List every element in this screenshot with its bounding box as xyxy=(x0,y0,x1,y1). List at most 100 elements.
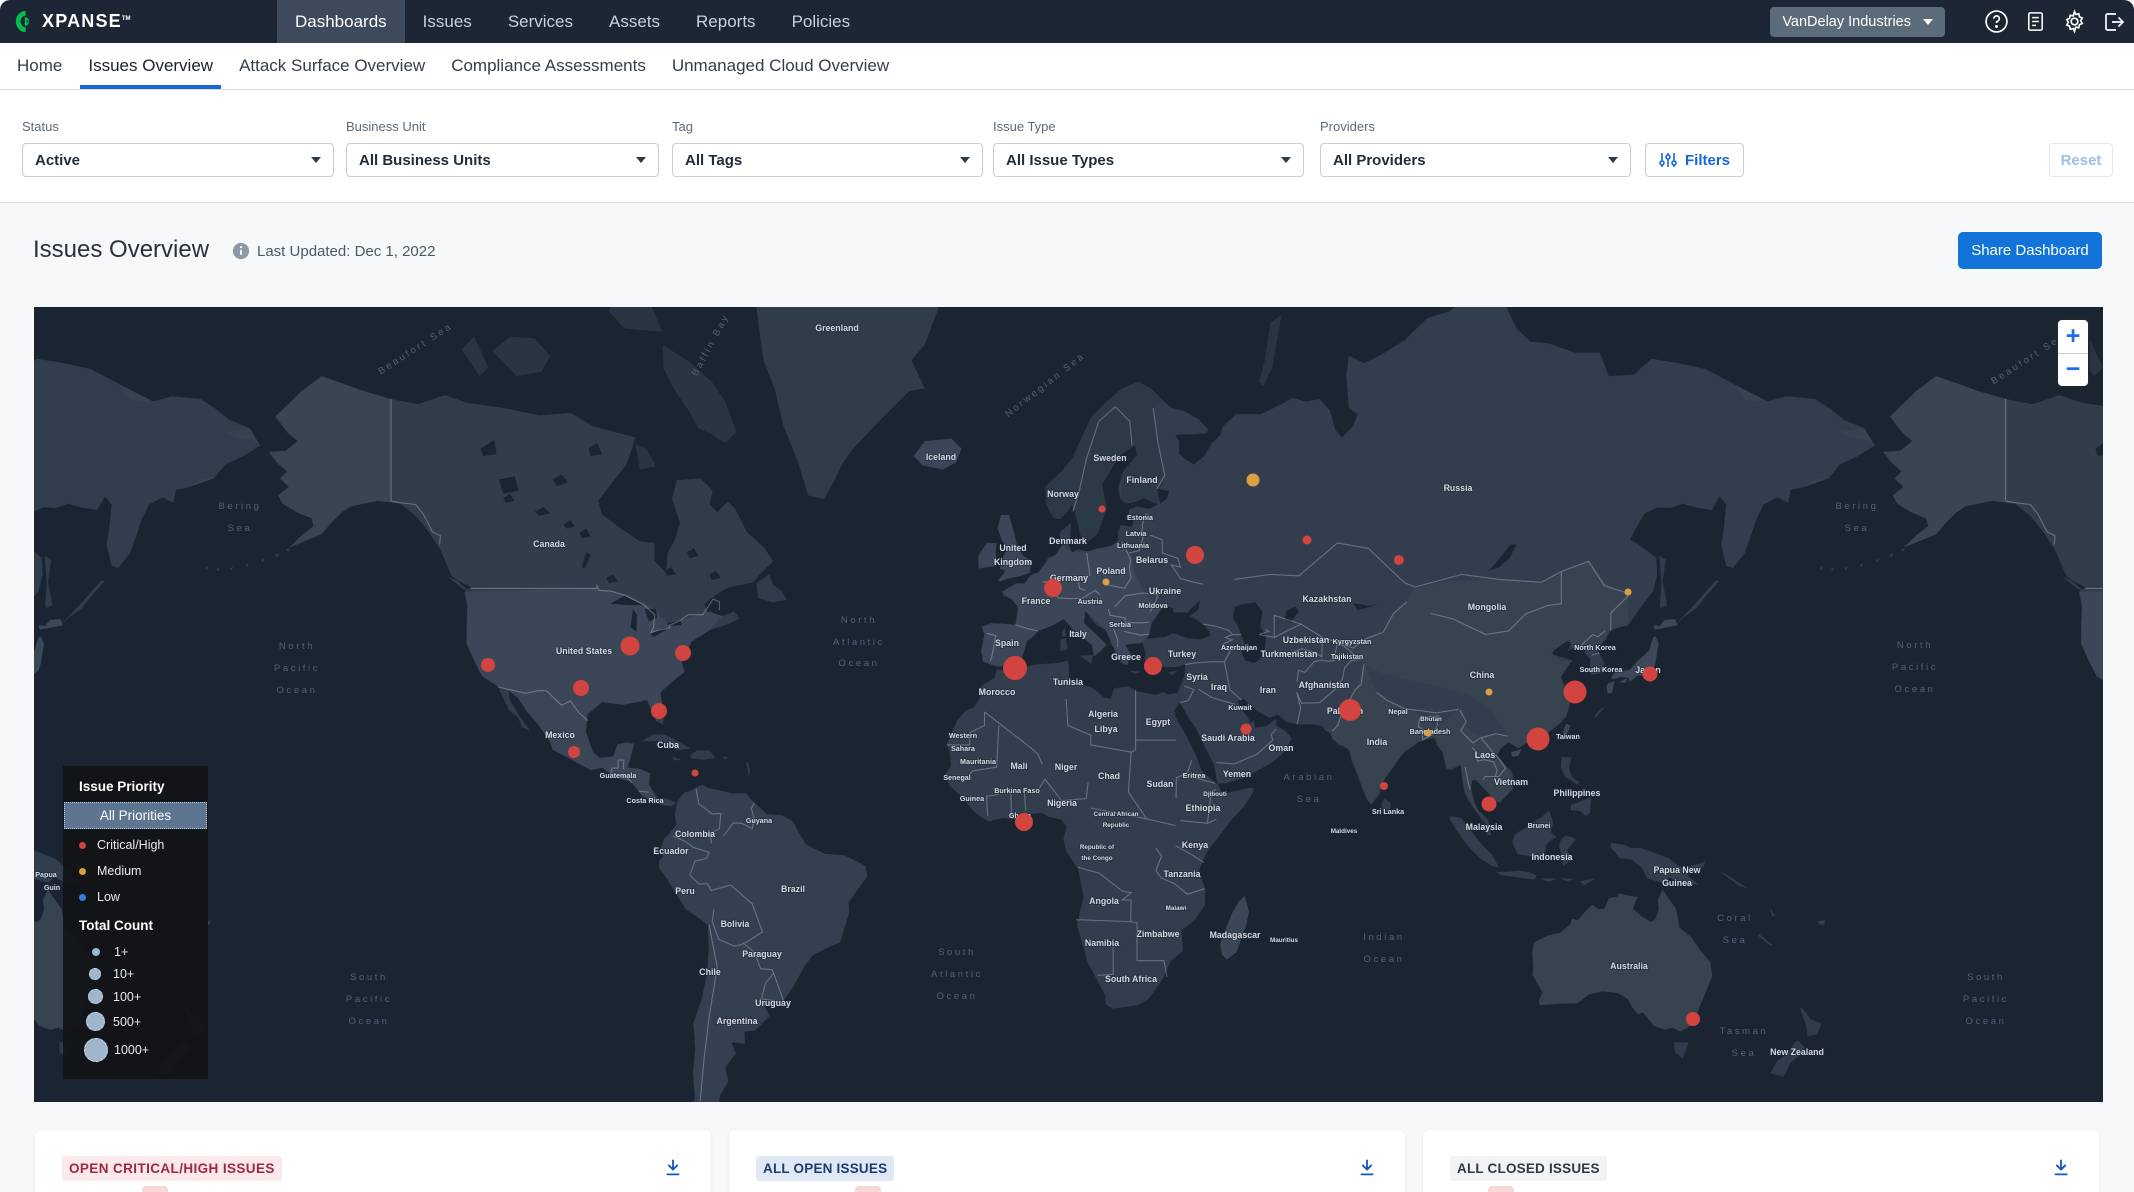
svg-text:Syria: Syria xyxy=(1186,672,1208,682)
svg-text:Laos: Laos xyxy=(1475,750,1496,760)
svg-text:South: South xyxy=(350,972,388,983)
svg-text:Greenland: Greenland xyxy=(815,323,859,333)
svg-text:Guinea: Guinea xyxy=(1662,878,1692,888)
svg-text:Taiwan: Taiwan xyxy=(1556,732,1580,741)
svg-text:Arabian: Arabian xyxy=(1284,772,1335,783)
svg-text:Zimbabwe: Zimbabwe xyxy=(1136,929,1179,939)
svg-text:Maldives: Maldives xyxy=(1331,828,1358,835)
svg-text:Morocco: Morocco xyxy=(979,687,1016,697)
svg-text:Canada: Canada xyxy=(533,539,565,549)
svg-text:Kingdom: Kingdom xyxy=(994,557,1032,567)
svg-text:Chad: Chad xyxy=(1098,771,1120,781)
svg-text:Azerbaijan: Azerbaijan xyxy=(1221,643,1257,652)
svg-text:Russia: Russia xyxy=(1444,483,1473,493)
svg-text:Ethiopia: Ethiopia xyxy=(1186,803,1221,813)
svg-text:India: India xyxy=(1367,737,1388,747)
svg-text:Austria: Austria xyxy=(1078,597,1104,606)
svg-text:Tajikistan: Tajikistan xyxy=(1331,652,1364,661)
svg-text:Peru: Peru xyxy=(675,886,695,896)
svg-text:Pacific: Pacific xyxy=(1963,994,2009,1005)
svg-text:Chile: Chile xyxy=(699,967,721,977)
svg-text:Kazakhstan: Kazakhstan xyxy=(1303,594,1352,604)
svg-text:France: France xyxy=(1022,596,1051,606)
svg-text:Afghanistan: Afghanistan xyxy=(1299,680,1350,690)
svg-text:South: South xyxy=(1967,972,2005,983)
svg-text:Sea: Sea xyxy=(1723,935,1748,946)
svg-text:Ocean: Ocean xyxy=(839,658,880,669)
svg-text:Spain: Spain xyxy=(995,638,1019,648)
svg-text:Madagascar: Madagascar xyxy=(1210,930,1261,940)
svg-text:Estonia: Estonia xyxy=(1127,513,1154,522)
svg-text:Senegal: Senegal xyxy=(943,773,971,782)
svg-text:Italy: Italy xyxy=(1069,629,1087,639)
svg-text:Denmark: Denmark xyxy=(1049,536,1087,546)
svg-text:Iraq: Iraq xyxy=(1211,682,1227,692)
svg-text:Norway: Norway xyxy=(1047,489,1079,499)
svg-text:Pacific: Pacific xyxy=(274,663,320,674)
svg-text:Egypt: Egypt xyxy=(1146,717,1171,727)
svg-text:Nigeria: Nigeria xyxy=(1047,798,1077,808)
svg-text:Angola: Angola xyxy=(1089,896,1119,906)
svg-text:Ecuador: Ecuador xyxy=(653,846,689,856)
svg-text:Ukraine: Ukraine xyxy=(1149,586,1181,596)
svg-text:Ocean: Ocean xyxy=(1364,954,1405,965)
svg-text:Uzbekistan: Uzbekistan xyxy=(1283,635,1329,645)
svg-text:Belarus: Belarus xyxy=(1136,555,1168,565)
svg-text:Lithuania: Lithuania xyxy=(1117,541,1150,550)
svg-text:Tanzania: Tanzania xyxy=(1164,869,1201,879)
svg-text:Tasman: Tasman xyxy=(1720,1026,1769,1037)
svg-text:Central African: Central African xyxy=(1094,811,1139,818)
svg-text:Kenya: Kenya xyxy=(1182,840,1209,850)
svg-text:North: North xyxy=(1897,640,1933,651)
svg-text:Namibia: Namibia xyxy=(1085,938,1119,948)
svg-text:Djibouti: Djibouti xyxy=(1203,791,1227,798)
svg-text:Sea: Sea xyxy=(1845,523,1870,534)
svg-text:Western: Western xyxy=(949,731,977,740)
svg-text:Atlantic: Atlantic xyxy=(833,637,885,648)
svg-text:Moldova: Moldova xyxy=(1138,601,1168,610)
svg-text:Mauritius: Mauritius xyxy=(1270,937,1298,944)
svg-text:Pacific: Pacific xyxy=(346,994,392,1005)
svg-text:Ocean: Ocean xyxy=(1895,684,1936,695)
svg-text:Ocean: Ocean xyxy=(349,1016,390,1027)
svg-text:Nepal: Nepal xyxy=(1388,707,1408,716)
svg-text:Vietnam: Vietnam xyxy=(1494,777,1528,787)
svg-text:Mexico: Mexico xyxy=(545,730,575,740)
svg-text:Guinea: Guinea xyxy=(960,794,985,803)
svg-text:Latvia: Latvia xyxy=(1126,529,1148,538)
svg-text:Atlantic: Atlantic xyxy=(931,969,983,980)
svg-text:Mali: Mali xyxy=(1010,761,1027,771)
svg-text:Costa Rica: Costa Rica xyxy=(626,796,664,805)
svg-text:Paraguay: Paraguay xyxy=(742,949,782,959)
svg-text:Papua New: Papua New xyxy=(1654,865,1701,875)
svg-text:Papua: Papua xyxy=(35,870,58,879)
svg-text:Mauritania: Mauritania xyxy=(960,757,997,766)
svg-text:Bering: Bering xyxy=(218,501,261,512)
svg-text:Greece: Greece xyxy=(1111,652,1141,662)
svg-text:Yemen: Yemen xyxy=(1223,769,1251,779)
svg-text:Republic: Republic xyxy=(1103,822,1130,829)
svg-text:Burkina Faso: Burkina Faso xyxy=(994,786,1040,795)
svg-text:Turkmenistan: Turkmenistan xyxy=(1260,649,1317,659)
svg-text:the Congo: the Congo xyxy=(1081,855,1112,862)
svg-text:North: North xyxy=(279,641,315,652)
svg-text:Bhutan: Bhutan xyxy=(1420,716,1442,723)
svg-text:Saudi Arabia: Saudi Arabia xyxy=(1201,733,1255,743)
svg-text:Republic of: Republic of xyxy=(1080,844,1115,851)
svg-text:Poland: Poland xyxy=(1096,566,1125,576)
svg-text:South: South xyxy=(938,947,976,958)
svg-text:United States: United States xyxy=(556,646,612,656)
svg-text:Sweden: Sweden xyxy=(1093,453,1126,463)
svg-text:Libya: Libya xyxy=(1095,724,1118,734)
svg-text:Iceland: Iceland xyxy=(926,452,956,462)
svg-text:South Africa: South Africa xyxy=(1105,974,1157,984)
svg-text:Turkey: Turkey xyxy=(1168,649,1196,659)
svg-text:North: North xyxy=(841,615,877,626)
svg-text:Sea: Sea xyxy=(1297,794,1322,805)
svg-text:Niger: Niger xyxy=(1055,762,1078,772)
svg-text:Pacific: Pacific xyxy=(1892,662,1938,673)
svg-text:Mongolia: Mongolia xyxy=(1468,602,1507,612)
svg-text:Brunei: Brunei xyxy=(1528,821,1551,830)
svg-text:Sahara: Sahara xyxy=(951,744,976,753)
svg-text:Ocean: Ocean xyxy=(1966,1016,2007,1027)
